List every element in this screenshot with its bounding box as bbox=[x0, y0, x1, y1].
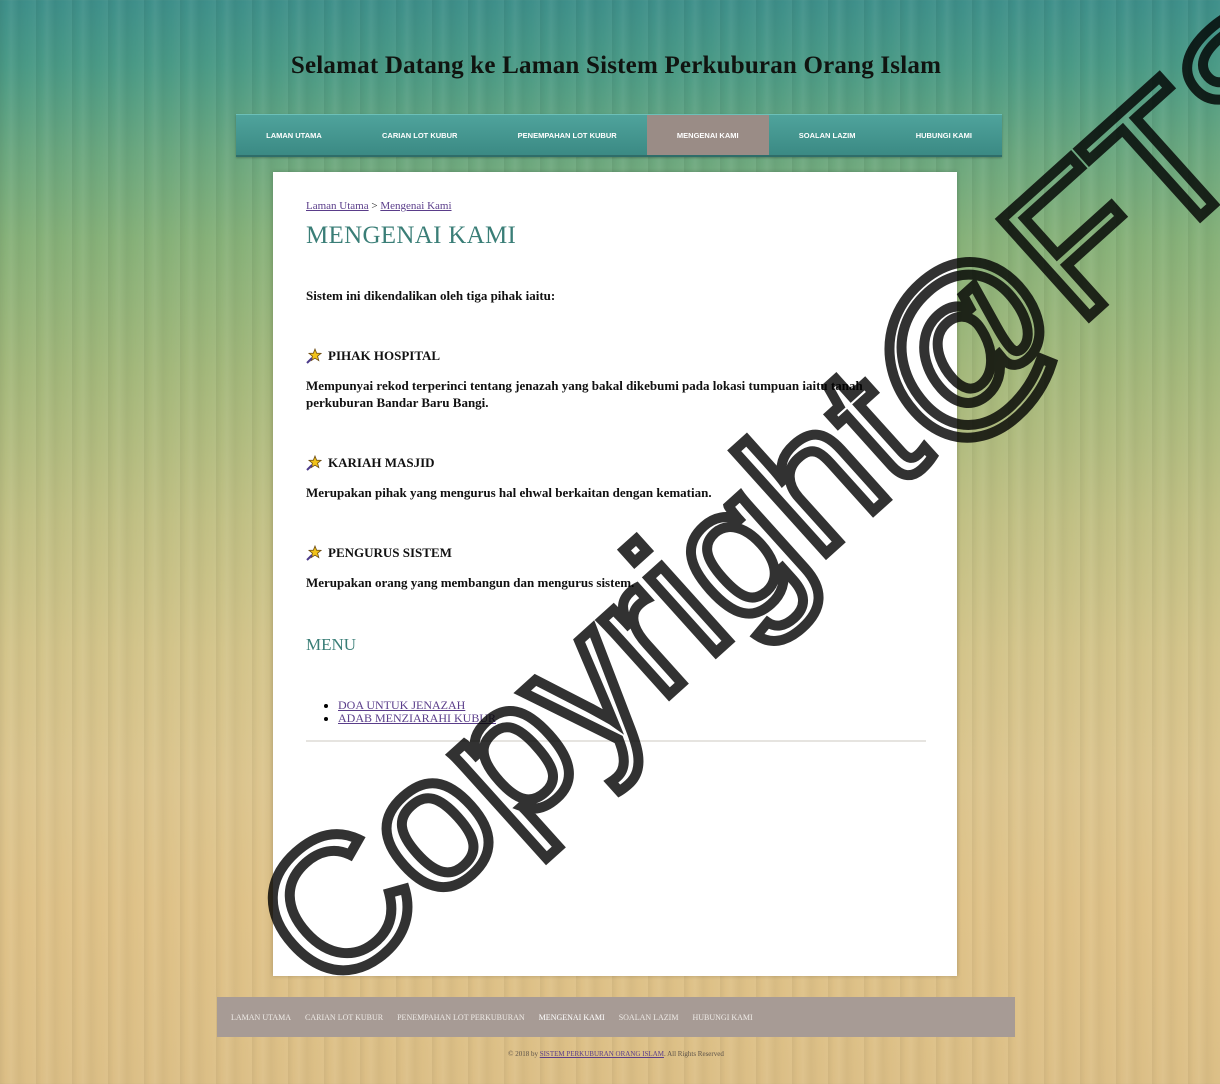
top-nav-mengenai-kami[interactable]: MENGENAI KAMI bbox=[646, 115, 769, 155]
divider bbox=[306, 740, 926, 742]
menu-list: DOA UNTUK JENAZAH ADAB MENZIARAHI KUBUR bbox=[306, 699, 926, 725]
menu-title: MENU bbox=[306, 635, 357, 654]
section-heading: KARIAH MASJID bbox=[328, 455, 435, 470]
footer-nav: LAMAN UTAMA CARIAN LOT KUBUR PENEMPAHAN … bbox=[217, 997, 1015, 1037]
footer-nav-soalan-lazim[interactable]: SOALAN LAZIM bbox=[619, 1013, 679, 1022]
content-inner: Laman Utama > Mengenai Kami MENGENAI KAM… bbox=[306, 200, 926, 742]
doa-untuk-jenazah-link[interactable]: DOA UNTUK JENAZAH bbox=[338, 698, 465, 712]
copyright-site-link[interactable]: SISTEM PERKUBURAN ORANG ISLAM bbox=[540, 1050, 664, 1058]
top-nav-hubungi-kami[interactable]: HUBUNGI KAMI bbox=[886, 115, 1002, 155]
section-description: Mempunyai rekod terperinci tentang jenaz… bbox=[306, 378, 863, 410]
section-kariah-masjid: KARIAH MASJID Merupakan pihak yang mengu… bbox=[306, 455, 926, 501]
top-nav-penempahan-lot-kubur[interactable]: PENEMPAHAN LOT KUBUR bbox=[488, 115, 647, 155]
section-description: Merupakan orang yang membangun dan mengu… bbox=[306, 575, 635, 590]
site-title: Selamat Datang ke Laman Sistem Perkubura… bbox=[290, 52, 942, 79]
star-wand-icon bbox=[306, 455, 322, 471]
footer-nav-carian-lot-kubur[interactable]: CARIAN LOT KUBUR bbox=[305, 1013, 383, 1022]
footer-nav-penempahan-lot-perkuburan[interactable]: PENEMPAHAN LOT PERKUBURAN bbox=[397, 1013, 525, 1022]
copyright-prefix: © 2018 by bbox=[508, 1050, 538, 1058]
section-pengurus-sistem: PENGURUS SISTEM Merupakan orang yang mem… bbox=[306, 545, 926, 591]
copyright: © 2018 by SISTEM PERKUBURAN ORANG ISLAM.… bbox=[0, 1050, 1220, 1058]
star-wand-icon bbox=[306, 348, 322, 364]
adab-menziarahi-kubur-link[interactable]: ADAB MENZIARAHI KUBUR bbox=[338, 711, 496, 725]
breadcrumb: Laman Utama > Mengenai Kami bbox=[306, 200, 926, 212]
breadcrumb-separator: > bbox=[371, 200, 378, 212]
section-heading: PENGURUS SISTEM bbox=[328, 545, 452, 560]
content-panel: Laman Utama > Mengenai Kami MENGENAI KAM… bbox=[273, 172, 957, 976]
breadcrumb-home-link[interactable]: Laman Utama bbox=[306, 200, 369, 212]
footer-nav-laman-utama[interactable]: LAMAN UTAMA bbox=[231, 1013, 291, 1022]
copyright-suffix: . All Rights Reserved bbox=[663, 1050, 724, 1058]
page-title: MENGENAI KAMI bbox=[306, 222, 517, 249]
footer-nav-mengenai-kami[interactable]: MENGENAI KAMI bbox=[539, 1013, 605, 1022]
breadcrumb-current-link[interactable]: Mengenai Kami bbox=[380, 200, 451, 212]
section-pihak-hospital: PIHAK HOSPITAL Mempunyai rekod terperinc… bbox=[306, 348, 926, 411]
top-nav: LAMAN UTAMA CARIAN LOT KUBUR PENEMPAHAN … bbox=[236, 114, 1002, 157]
intro-text: Sistem ini dikendalikan oleh tiga pihak … bbox=[306, 288, 556, 303]
top-nav-carian-lot-kubur[interactable]: CARIAN LOT KUBUR bbox=[352, 115, 488, 155]
top-nav-soalan-lazim[interactable]: SOALAN LAZIM bbox=[769, 115, 886, 155]
star-wand-icon bbox=[306, 545, 322, 561]
top-nav-laman-utama[interactable]: LAMAN UTAMA bbox=[236, 115, 352, 155]
footer-nav-hubungi-kami[interactable]: HUBUNGI KAMI bbox=[692, 1013, 752, 1022]
section-heading: PIHAK HOSPITAL bbox=[328, 348, 441, 363]
list-item: ADAB MENZIARAHI KUBUR bbox=[338, 712, 926, 725]
section-description: Merupakan pihak yang mengurus hal ehwal … bbox=[306, 485, 712, 500]
